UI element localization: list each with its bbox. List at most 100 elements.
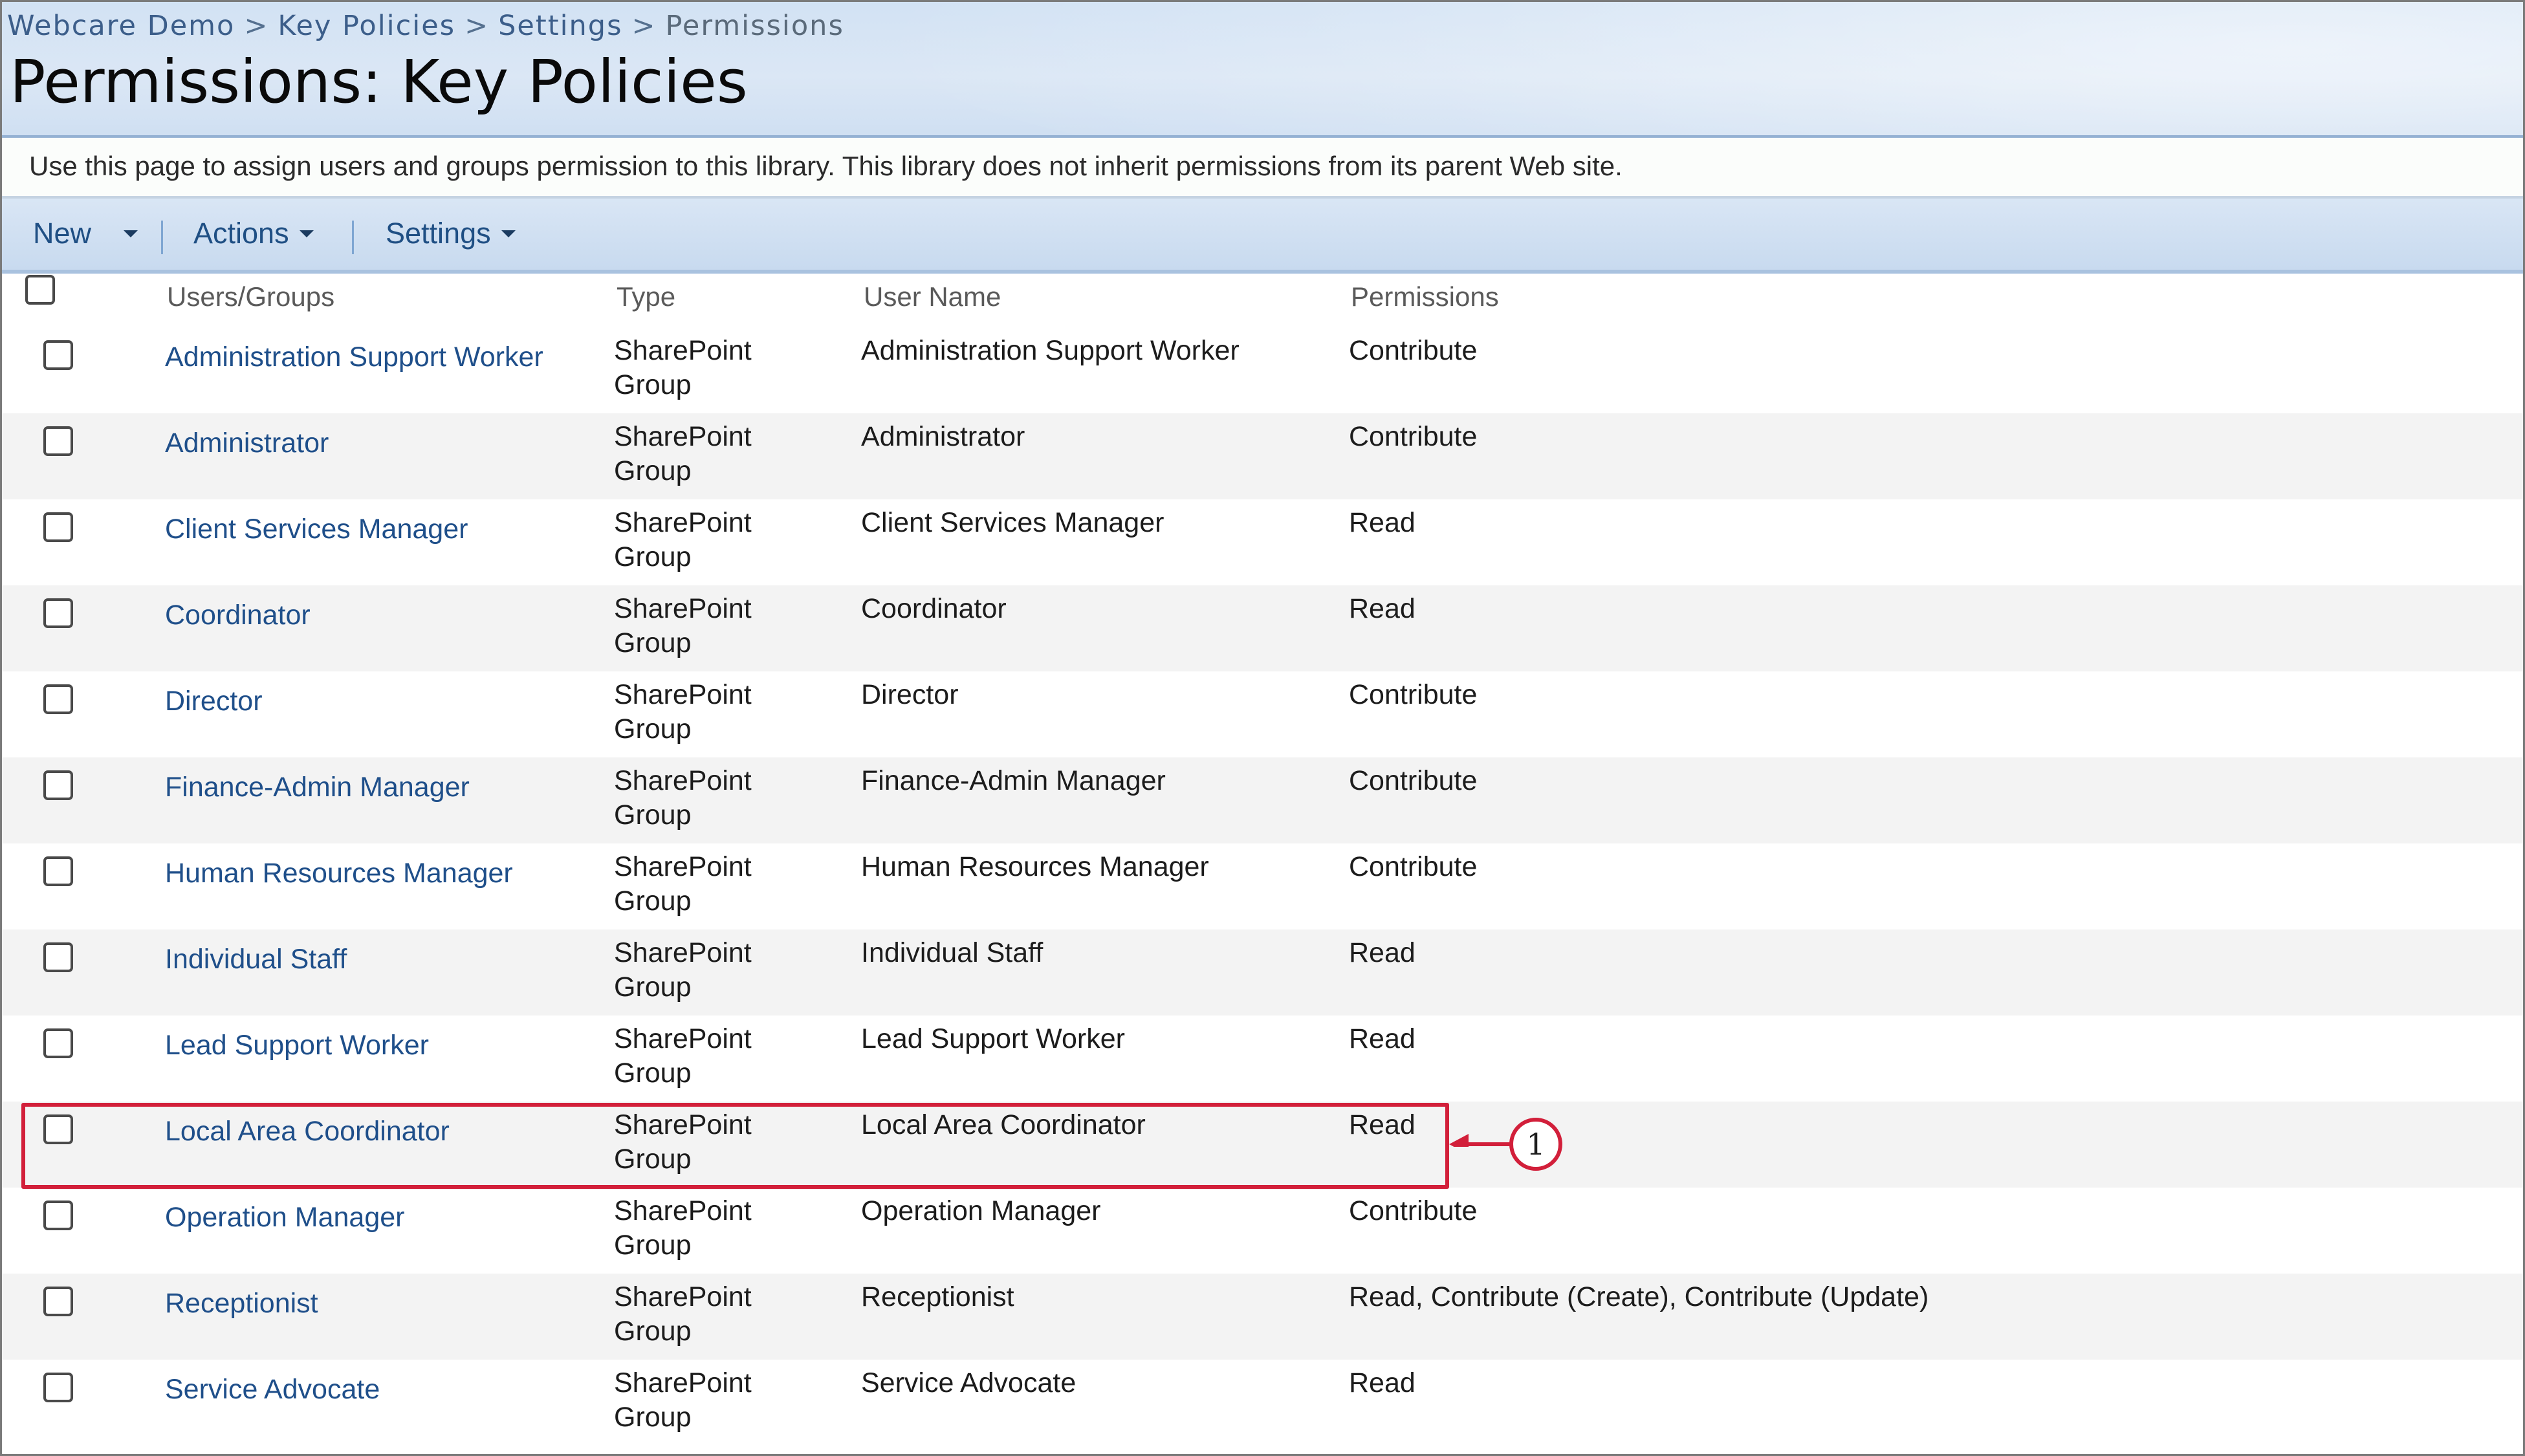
table-row: Individual Staff SharePoint Group Indivi… [2,929,2523,1016]
table-row: Human Resources Manager SharePoint Group… [2,843,2523,929]
user-name-cell: Service Advocate [861,1367,1077,1398]
table-row: Service Advocate SharePoint Group Servic… [2,1360,2523,1446]
table-row: Finance-Admin Manager SharePoint Group F… [2,757,2523,843]
user-name-cell: Administrator [861,421,1025,452]
user-group-link[interactable]: Lead Support Worker [165,1028,429,1063]
permissions-page: Webcare Demo > Key Policies > Settings > Permi… [0,0,2525,1456]
user-group-link[interactable]: Human Resources Manager [165,856,513,891]
type-cell: SharePoint Group [614,1195,752,1261]
type-cell: SharePoint Group [614,593,752,658]
user-group-link[interactable]: Administration Support Worker [165,340,543,375]
column-header-permissions[interactable]: Permissions [1351,281,1499,312]
callout-number-badge: 1 [1509,1118,1562,1171]
row-checkbox[interactable] [43,856,73,886]
page-header: Webcare Demo > Key Policies > Settings > Permi… [2,2,2523,138]
table-row: Operation Manager SharePoint Group Opera… [2,1188,2523,1274]
actions-label: Actions [193,217,289,250]
table-row: Coordinator SharePoint Group Coordinator… [2,585,2523,671]
user-name-cell: Receptionist [861,1281,1014,1312]
user-name-cell: Client Services Manager [861,507,1164,538]
permissions-cell: Read [1349,1367,1416,1398]
row-checkbox[interactable] [43,598,73,628]
breadcrumb-separator: > [244,10,269,42]
user-group-link[interactable]: Receptionist [165,1287,318,1321]
type-cell: SharePoint Group [614,335,752,400]
user-name-cell: Coordinator [861,593,1007,624]
row-checkbox[interactable] [43,1287,73,1316]
table-row: Director SharePoint Group Director Contr… [2,671,2523,757]
type-cell: SharePoint Group [614,421,752,486]
user-group-link[interactable]: Coordinator [165,598,311,633]
user-name-cell: Director [861,679,959,710]
callout-highlight-box [21,1103,1449,1189]
breadcrumb-key-policies[interactable]: Key Policies [278,10,455,42]
row-checkbox[interactable] [43,1201,73,1230]
row-checkbox[interactable] [43,770,73,800]
user-name-cell: Finance-Admin Manager [861,765,1166,796]
user-name-cell: Lead Support Worker [861,1023,1125,1054]
chevron-down-icon [299,230,314,237]
breadcrumb: Webcare Demo > Key Policies > Settings > Permi… [7,10,844,42]
select-all-checkbox[interactable] [25,275,55,305]
row-checkbox[interactable] [43,684,73,714]
breadcrumb-separator: > [631,10,657,42]
new-menu-button[interactable]: New [33,215,138,252]
permissions-cell: Contribute [1349,421,1478,452]
chevron-down-icon [124,230,138,237]
table-row: Receptionist SharePoint Group Receptioni… [2,1274,2523,1360]
callout-arrow-icon [1449,1134,1511,1147]
settings-label: Settings [386,217,491,250]
permissions-cell: Read [1349,507,1416,538]
row-checkbox[interactable] [43,1373,73,1402]
type-cell: SharePoint Group [614,1281,752,1347]
user-group-link[interactable]: Director [165,684,263,719]
type-cell: SharePoint Group [614,507,752,572]
table-row: Administration Support Worker SharePoint… [2,327,2523,413]
breadcrumb-separator: > [465,10,490,42]
new-label: New [33,217,92,250]
permissions-cell: Contribute [1349,851,1478,882]
page-description: Use this page to assign users and groups… [29,151,1623,181]
user-group-link[interactable]: Client Services Manager [165,512,468,547]
user-group-link[interactable]: Individual Staff [165,942,347,977]
table-row: Lead Support Worker SharePoint Group Lea… [2,1016,2523,1102]
breadcrumb-settings[interactable]: Settings [498,10,622,42]
type-cell: SharePoint Group [614,765,752,831]
header-swoosh-decoration [843,2,2523,138]
permissions-cell: Contribute [1349,765,1478,796]
description-bar: Use this page to assign users and groups… [2,138,2523,199]
type-cell: SharePoint Group [614,679,752,744]
column-header-type[interactable]: Type [617,281,675,312]
type-cell: SharePoint Group [614,937,752,1003]
toolbar: New Actions Settings [2,199,2523,274]
page-title: Permissions: Key Policies [10,47,748,116]
row-checkbox[interactable] [43,426,73,456]
permissions-cell: Read [1349,1023,1416,1054]
table-row: Client Services Manager SharePoint Group… [2,499,2523,585]
user-group-link[interactable]: Administrator [165,426,329,461]
row-checkbox[interactable] [43,512,73,542]
type-cell: SharePoint Group [614,1023,752,1089]
permissions-cell: Read, Contribute (Create), Contribute (U… [1349,1281,1929,1312]
permissions-cell: Contribute [1349,335,1478,366]
type-cell: SharePoint Group [614,1367,752,1433]
user-name-cell: Human Resources Manager [861,851,1209,882]
row-checkbox[interactable] [43,1028,73,1058]
breadcrumb-current: Permissions [665,10,844,42]
user-group-link[interactable]: Operation Manager [165,1201,405,1235]
toolbar-separator [161,221,163,254]
row-checkbox[interactable] [43,340,73,370]
column-header-user-name[interactable]: User Name [864,281,1001,312]
user-group-link[interactable]: Service Advocate [165,1373,380,1407]
actions-menu-button[interactable]: Actions [193,215,314,252]
settings-menu-button[interactable]: Settings [386,215,516,252]
permissions-cell: Contribute [1349,1195,1478,1226]
user-name-cell: Operation Manager [861,1195,1101,1226]
permissions-cell: Read [1349,937,1416,968]
table-row: Administrator SharePoint Group Administr… [2,413,2523,499]
column-header-users-groups[interactable]: Users/Groups [167,281,334,312]
row-checkbox[interactable] [43,942,73,972]
user-group-link[interactable]: Finance-Admin Manager [165,770,470,805]
user-name-cell: Individual Staff [861,937,1044,968]
breadcrumb-webcare-demo[interactable]: Webcare Demo [7,10,235,42]
